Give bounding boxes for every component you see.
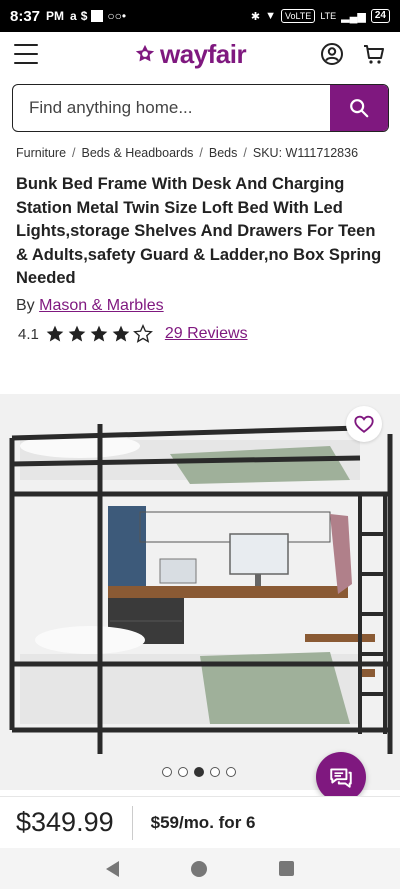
star-full-icon [112, 325, 130, 342]
breadcrumb: Furniture / Beds & Headboards / Beds / S… [16, 146, 386, 160]
brand-name: wayfair [160, 38, 247, 69]
volte-badge: VoLTE [280, 9, 316, 23]
recent-apps-icon[interactable] [279, 861, 294, 876]
breadcrumb-separator: / [243, 146, 247, 160]
breadcrumb-separator: / [72, 146, 76, 160]
product-title: Bunk Bed Frame With Desk And Charging St… [16, 175, 382, 287]
cart-icon[interactable] [362, 42, 386, 66]
android-nav-bar [0, 848, 400, 889]
favorite-button[interactable] [346, 406, 382, 442]
bluetooth-icon: ✱ [250, 10, 261, 23]
signal-icon: ▂▄▆ [341, 10, 366, 23]
wayfair-logo[interactable]: wayfair [134, 38, 247, 70]
lte-label: LTE [320, 11, 337, 21]
search-bar [12, 84, 389, 132]
product-image[interactable] [0, 394, 400, 790]
battery-level: 24 [370, 9, 390, 23]
status-bar: 8:37 PM a $ ○○• ✱ ▼ VoLTE LTE ▂▄▆ 24 [0, 0, 400, 32]
account-icon[interactable] [320, 42, 344, 66]
star-rating [45, 324, 153, 344]
status-ampm: PM [46, 9, 65, 23]
product-byline: By Mason & Marbles [16, 297, 164, 315]
heart-icon [354, 415, 374, 433]
chat-icon [330, 768, 352, 788]
price-divider [131, 805, 133, 840]
carousel-dot[interactable] [210, 767, 220, 777]
site-header: wayfair [0, 32, 400, 76]
breadcrumb-item-beds-headboards[interactable]: Beds & Headboards [82, 146, 194, 160]
carousel-dot-active[interactable] [194, 767, 204, 777]
breadcrumb-item-furniture[interactable]: Furniture [16, 146, 66, 160]
wifi-icon: ▼ [265, 10, 276, 22]
sku-label: SKU: W111712836 [252, 146, 359, 160]
notification-icons: a $ ○○• [70, 9, 126, 23]
search-icon [350, 99, 369, 118]
breadcrumb-separator: / [199, 146, 203, 160]
breadcrumb-item-beds[interactable]: Beds [209, 146, 238, 160]
wayfair-logo-mark-icon [135, 44, 155, 62]
chat-button[interactable] [316, 752, 366, 802]
star-full-icon [90, 325, 108, 342]
image-carousel-dots [162, 767, 236, 777]
back-icon[interactable] [106, 860, 119, 877]
star-full-icon [46, 325, 64, 342]
star-full-icon [68, 325, 86, 342]
search-input[interactable] [13, 85, 330, 131]
monthly-financing[interactable]: $59/mo. for 6 [151, 813, 256, 833]
search-button[interactable] [330, 85, 388, 131]
brand-link[interactable]: Mason & Marbles [39, 297, 164, 314]
price: $349.99 [16, 807, 114, 837]
carousel-dot[interactable] [162, 767, 172, 777]
rating-value: 4.1 [18, 325, 39, 343]
square-icon [91, 10, 104, 22]
menu-icon[interactable] [14, 44, 38, 64]
amazon-icon: a [70, 9, 77, 23]
price-bar: $349.99 $59/mo. for 6 [0, 796, 400, 848]
star-empty-icon [132, 324, 153, 343]
rating-summary: 4.1 29 Reviews [18, 324, 248, 344]
carousel-dot[interactable] [178, 767, 188, 777]
voicemail-icon: ○○• [107, 9, 127, 23]
bunk-bed-illustration [0, 394, 400, 790]
system-icons: ✱ ▼ VoLTE LTE ▂▄▆ 24 [251, 9, 390, 23]
home-icon[interactable] [191, 860, 207, 877]
carousel-dot[interactable] [226, 767, 236, 777]
dollar-icon: $ [80, 9, 88, 23]
by-label: By [16, 297, 35, 314]
reviews-link[interactable]: 29 Reviews [165, 325, 248, 343]
status-time: 8:37 [10, 7, 41, 25]
